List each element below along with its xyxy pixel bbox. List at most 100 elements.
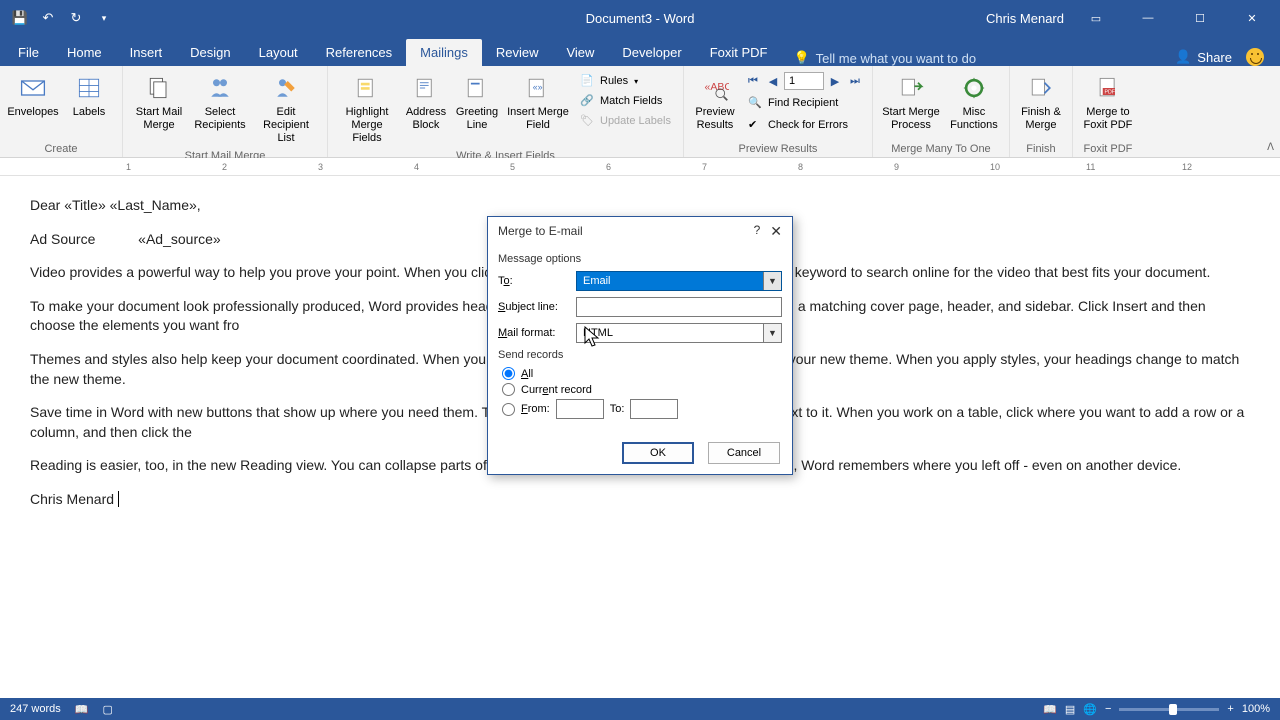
record-number-input[interactable] <box>784 72 824 90</box>
current-record-radio[interactable] <box>502 383 515 396</box>
word-count[interactable]: 247 words <box>10 703 61 715</box>
mail-format-value: HTML <box>577 327 763 339</box>
address-block-button[interactable]: Address Block <box>402 70 450 134</box>
close-window-icon[interactable]: ✕ <box>1232 7 1272 29</box>
customize-qat-icon[interactable]: ▾ <box>92 6 116 30</box>
ribbon-display-icon[interactable]: ▭ <box>1076 7 1116 29</box>
edit-recipient-list-button[interactable]: Edit Recipient List <box>251 70 321 148</box>
tab-references[interactable]: References <box>312 39 406 66</box>
mail-format-label: Mail format: <box>498 327 568 339</box>
spell-check-icon[interactable]: 📖 <box>75 703 89 716</box>
send-current-radio-row[interactable]: Current record <box>502 383 782 396</box>
tab-foxit-pdf[interactable]: Foxit PDF <box>696 39 782 66</box>
dialog-title-text: Merge to E-mail <box>498 224 583 238</box>
preview-results-button[interactable]: «ABC» Preview Results <box>690 70 740 134</box>
select-recipients-button[interactable]: Select Recipients <box>191 70 249 134</box>
address-block-icon <box>410 72 442 104</box>
zoom-out-icon[interactable]: − <box>1105 703 1111 715</box>
misc-functions-button[interactable]: Misc Functions <box>945 70 1003 134</box>
tab-layout[interactable]: Layout <box>245 39 312 66</box>
check-errors-icon: ✔ <box>748 118 762 132</box>
ruler-tick: 7 <box>702 162 707 172</box>
dialog-close-icon[interactable]: ✕ <box>770 223 782 240</box>
address-block-label: Address Block <box>406 106 446 132</box>
to-input[interactable] <box>630 399 678 419</box>
send-from-to-radio-row[interactable]: From: To: <box>502 399 782 419</box>
maximize-icon[interactable]: ☐ <box>1180 7 1220 29</box>
tab-home[interactable]: Home <box>53 39 116 66</box>
merge-to-foxit-pdf-button[interactable]: PDF Merge to Foxit PDF <box>1079 70 1137 134</box>
tab-developer[interactable]: Developer <box>608 39 695 66</box>
last-record-icon[interactable]: ⏭ <box>846 72 864 90</box>
zoom-in-icon[interactable]: + <box>1227 703 1233 715</box>
find-recipient-button[interactable]: 🔍Find Recipient <box>744 94 864 112</box>
zoom-slider[interactable] <box>1119 708 1219 711</box>
edit-recipient-label: Edit Recipient List <box>253 106 319 146</box>
labels-button[interactable]: Labels <box>62 70 116 121</box>
ruler-tick: 11 <box>1086 162 1095 172</box>
from-input[interactable] <box>556 399 604 419</box>
ok-button[interactable]: OK <box>622 442 694 464</box>
chevron-down-icon[interactable]: ▼ <box>763 324 781 342</box>
group-finish: Finish & Merge Finish <box>1010 66 1073 157</box>
tell-me-search[interactable]: 💡 Tell me what you want to do <box>793 50 976 66</box>
user-name[interactable]: Chris Menard <box>986 11 1064 26</box>
collapse-ribbon-icon[interactable]: ᐱ <box>1267 142 1274 153</box>
macro-recording-icon[interactable]: ▢ <box>102 703 112 716</box>
undo-icon[interactable]: ↶ <box>36 6 60 30</box>
match-fields-button[interactable]: 🔗Match Fields <box>576 92 675 110</box>
tab-insert[interactable]: Insert <box>116 39 177 66</box>
read-mode-icon[interactable]: 📖 <box>1043 703 1057 716</box>
envelopes-button[interactable]: Envelopes <box>6 70 60 121</box>
web-layout-icon[interactable]: 🌐 <box>1083 703 1097 716</box>
tab-mailings[interactable]: Mailings <box>406 39 482 66</box>
foxit-pdf-icon: PDF <box>1092 72 1124 104</box>
preview-results-label: Preview Results <box>695 106 734 132</box>
tell-me-placeholder: Tell me what you want to do <box>816 51 976 66</box>
tab-view[interactable]: View <box>552 39 608 66</box>
from-radio[interactable] <box>502 403 515 416</box>
to-combobox[interactable]: Email ▼ <box>576 271 782 291</box>
highlight-label: Highlight Merge Fields <box>336 106 398 146</box>
start-mail-merge-button[interactable]: Start Mail Merge <box>129 70 189 134</box>
rules-button[interactable]: 📄Rules ▾ <box>576 72 675 90</box>
horizontal-ruler[interactable]: 1 2 3 4 5 6 7 8 9 10 11 12 <box>0 158 1280 176</box>
all-radio[interactable] <box>502 367 515 380</box>
mail-format-combobox[interactable]: HTML ▼ <box>576 323 782 343</box>
group-create-label: Create <box>6 141 116 155</box>
dialog-title-bar[interactable]: Merge to E-mail ? ✕ <box>488 217 792 245</box>
misc-functions-icon <box>958 72 990 104</box>
share-button[interactable]: 👤 Share <box>1175 49 1232 65</box>
dialog-help-icon[interactable]: ? <box>754 223 761 240</box>
merge-to-foxit-pdf-label: Merge to Foxit PDF <box>1084 106 1133 132</box>
check-errors-button[interactable]: ✔Check for Errors <box>744 116 864 134</box>
zoom-level[interactable]: 100% <box>1242 703 1270 715</box>
send-all-radio-row[interactable]: All <box>502 367 782 380</box>
highlight-merge-fields-button[interactable]: Highlight Merge Fields <box>334 70 400 148</box>
tab-file[interactable]: File <box>4 39 53 66</box>
chevron-down-icon[interactable]: ▼ <box>763 272 781 290</box>
next-record-icon[interactable]: ▶ <box>826 72 844 90</box>
start-merge-process-button[interactable]: Start Merge Process <box>879 70 943 134</box>
feedback-smiley-icon[interactable] <box>1246 48 1264 66</box>
insert-merge-field-button[interactable]: «» Insert Merge Field <box>504 70 572 134</box>
tab-design[interactable]: Design <box>176 39 244 66</box>
redo-icon[interactable]: ↻ <box>64 6 88 30</box>
prev-record-icon[interactable]: ◀ <box>764 72 782 90</box>
print-layout-icon[interactable]: ▤ <box>1065 703 1075 716</box>
finish-merge-button[interactable]: Finish & Merge <box>1016 70 1066 134</box>
greeting-line-button[interactable]: Greeting Line <box>452 70 502 134</box>
subject-line-input[interactable] <box>576 297 782 317</box>
group-preview-results: «ABC» Preview Results ⏮ ◀ ▶ ⏭ 🔍Find Reci… <box>684 66 873 157</box>
minimize-icon[interactable]: ― <box>1128 7 1168 29</box>
send-records-label: Send records <box>498 349 782 361</box>
rules-label: Rules <box>600 75 628 87</box>
rules-icon: 📄 <box>580 74 594 88</box>
update-labels-icon: 🏷 <box>580 114 594 128</box>
tab-review[interactable]: Review <box>482 39 553 66</box>
save-icon[interactable]: 💾 <box>8 6 32 30</box>
svg-text:«»: «» <box>533 82 543 92</box>
cancel-button[interactable]: Cancel <box>708 442 780 464</box>
first-record-icon[interactable]: ⏮ <box>744 72 762 90</box>
update-labels-label: Update Labels <box>600 115 671 127</box>
